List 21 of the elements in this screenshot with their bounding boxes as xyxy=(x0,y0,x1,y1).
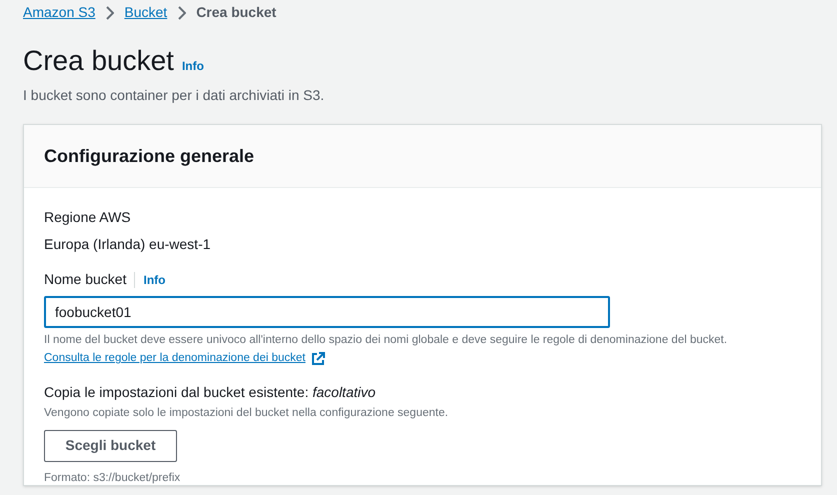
field-label: Nome bucket xyxy=(44,270,128,289)
breadcrumb-link[interactable]: Bucket xyxy=(124,2,168,23)
external-link-icon[interactable] xyxy=(311,352,326,366)
bucket-name-field[interactable]: foobucket01 xyxy=(44,296,610,328)
field-description: Vengono copiate solo le impostazioni del bucket nella configurazione seguente. xyxy=(44,406,450,420)
field-label: Regione AWS xyxy=(44,208,132,227)
chevron-right-icon xyxy=(177,6,186,20)
hint-text: Il nome del bucket deve essere univoco all'interno dello spazio dei nomi globale e deve seguire le regole di denominazione del bucket. xyxy=(44,333,728,348)
breadcrumb-current: Crea bucket xyxy=(196,3,276,22)
info-link[interactable]: Info xyxy=(135,270,166,288)
choose-bucket-button[interactable]: Scegli bucket xyxy=(44,430,177,462)
region-value: Europa (Irlanda) eu-west-1 xyxy=(44,235,212,254)
chevron-right-icon xyxy=(105,6,114,20)
page-title: Crea bucket xyxy=(23,44,174,78)
field-label: Copia le impostazioni dal bucket esistente: facoltativo xyxy=(44,382,377,402)
panel-title: Configurazione generale xyxy=(44,144,254,168)
format-hint: Formato: s3://bucket/prefix xyxy=(44,470,182,486)
naming-rules-link[interactable]: Consulta le regole per la denominazione dei bucket xyxy=(44,350,306,368)
breadcrumb-link[interactable]: Amazon S3 xyxy=(23,2,96,23)
info-link[interactable]: Info xyxy=(182,57,204,75)
page-description: I bucket sono container per i dati archiviati in S3. xyxy=(22,86,326,105)
